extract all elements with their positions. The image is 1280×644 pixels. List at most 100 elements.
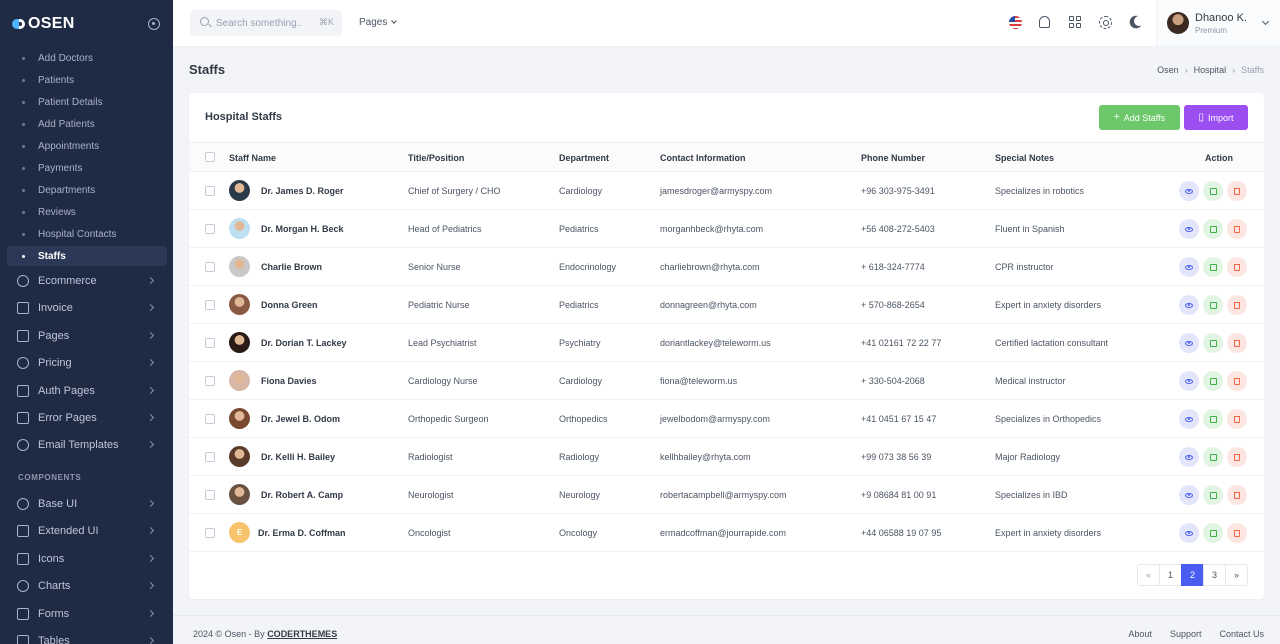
search-box[interactable]: ⌘K <box>190 10 342 36</box>
edit-button[interactable] <box>1203 447 1223 467</box>
search-input[interactable] <box>216 15 314 31</box>
row-checkbox[interactable] <box>205 186 215 196</box>
delete-button[interactable] <box>1227 447 1247 467</box>
edit-button[interactable] <box>1203 371 1223 391</box>
sidebar-item-pricing[interactable]: Pricing <box>7 352 167 374</box>
edit-button[interactable] <box>1203 295 1223 315</box>
view-button[interactable] <box>1179 523 1199 543</box>
delete-button[interactable] <box>1227 257 1247 277</box>
row-checkbox[interactable] <box>205 490 215 500</box>
view-button[interactable] <box>1179 257 1199 277</box>
edit-button[interactable] <box>1203 257 1223 277</box>
sidebar-item-ecommerce[interactable]: Ecommerce <box>7 270 167 292</box>
bullet-icon <box>22 101 25 104</box>
sidebar-item-patients[interactable]: Patients <box>7 70 167 90</box>
row-checkbox[interactable] <box>205 414 215 424</box>
edit-button[interactable] <box>1203 409 1223 429</box>
view-button[interactable] <box>1179 219 1199 239</box>
column-header[interactable]: Staff Name <box>229 153 276 163</box>
breadcrumb-item[interactable]: Hospital <box>1194 65 1227 75</box>
pages-dropdown[interactable]: Pages <box>359 17 398 28</box>
sidebar-item-payments[interactable]: Payments <box>7 158 167 178</box>
user-menu[interactable]: Dhanoo K. Premium <box>1156 0 1280 46</box>
column-header[interactable]: Title/Position <box>408 153 464 163</box>
view-button[interactable] <box>1179 485 1199 505</box>
sidebar-item-auth-pages[interactable]: Auth Pages <box>7 380 167 402</box>
staff-notes: Expert in anxiety disorders <box>995 528 1102 538</box>
sidebar-item-extended-ui[interactable]: Extended UI <box>7 520 167 542</box>
sidebar-item-reviews[interactable]: Reviews <box>7 202 167 222</box>
sidebar-item-staffs[interactable]: Staffs <box>7 246 167 266</box>
row-checkbox[interactable] <box>205 452 215 462</box>
pagination-next[interactable]: » <box>1225 564 1248 586</box>
edit-button[interactable] <box>1203 333 1223 353</box>
row-checkbox[interactable] <box>205 338 215 348</box>
sidebar-item-forms[interactable]: Forms <box>7 603 167 625</box>
view-button[interactable] <box>1179 409 1199 429</box>
delete-button[interactable] <box>1227 181 1247 201</box>
edit-button[interactable] <box>1203 523 1223 543</box>
delete-button[interactable] <box>1227 219 1247 239</box>
delete-button[interactable] <box>1227 295 1247 315</box>
view-button[interactable] <box>1179 333 1199 353</box>
sidebar-item-email-templates[interactable]: Email Templates <box>7 434 167 456</box>
sidebar-item-charts[interactable]: Charts <box>7 575 167 597</box>
footer-link-about[interactable]: About <box>1128 629 1152 639</box>
edit-button[interactable] <box>1203 485 1223 505</box>
sidebar-item-hospital-contacts[interactable]: Hospital Contacts <box>7 224 167 244</box>
sidebar-item-departments[interactable]: Departments <box>7 180 167 200</box>
sidebar-item-add-patients[interactable]: Add Patients <box>7 114 167 134</box>
sidebar-item-icons[interactable]: Icons <box>7 548 167 570</box>
column-header[interactable]: Special Notes <box>995 153 1054 163</box>
view-button[interactable] <box>1179 181 1199 201</box>
delete-button[interactable] <box>1227 371 1247 391</box>
sidebar-item-base-ui[interactable]: Base UI <box>7 493 167 515</box>
sidebar-item-invoice[interactable]: Invoice <box>7 297 167 319</box>
sidebar-item-pages[interactable]: Pages <box>7 325 167 347</box>
delete-button[interactable] <box>1227 485 1247 505</box>
sidebar-item-appointments[interactable]: Appointments <box>7 136 167 156</box>
copyright-link[interactable]: CODERTHEMES <box>267 629 337 639</box>
sidebar-item-tables[interactable]: Tables <box>7 630 167 644</box>
pagination-prev[interactable]: « <box>1137 564 1160 586</box>
delete-button[interactable] <box>1227 409 1247 429</box>
sidebar-item-patient-details[interactable]: Patient Details <box>7 92 167 112</box>
delete-button[interactable] <box>1227 523 1247 543</box>
row-checkbox[interactable] <box>205 300 215 310</box>
column-header[interactable]: Department <box>559 153 609 163</box>
delete-button[interactable] <box>1227 333 1247 353</box>
column-header[interactable]: Phone Number <box>861 153 925 163</box>
row-checkbox[interactable] <box>205 528 215 538</box>
edit-button[interactable] <box>1203 181 1223 201</box>
staff-email: fiona@teleworm.us <box>660 376 738 386</box>
sidebar-item-label: Payments <box>38 162 83 174</box>
pagination-page-current[interactable]: 2 <box>1181 564 1204 586</box>
view-button[interactable] <box>1179 371 1199 391</box>
pagination-page[interactable]: 1 <box>1159 564 1182 586</box>
footer-link-support[interactable]: Support <box>1170 629 1202 639</box>
edit-button[interactable] <box>1203 219 1223 239</box>
pagination-page[interactable]: 3 <box>1203 564 1226 586</box>
us-flag-icon[interactable] <box>1009 16 1022 29</box>
apps-grid-icon[interactable] <box>1069 16 1082 29</box>
sidebar-item-error-pages[interactable]: Error Pages <box>7 407 167 429</box>
sidebar-item-add-doctors[interactable]: Add Doctors <box>7 48 167 68</box>
import-button[interactable]: ▯ Import <box>1184 105 1248 130</box>
view-button[interactable] <box>1179 295 1199 315</box>
sidebar-toggle-icon[interactable] <box>148 18 160 30</box>
staff-department: Pediatrics <box>559 224 599 234</box>
footer-link-contact[interactable]: Contact Us <box>1219 629 1264 639</box>
breadcrumb-item[interactable]: Osen <box>1157 65 1179 75</box>
row-checkbox[interactable] <box>205 262 215 272</box>
gear-icon[interactable] <box>1099 16 1112 29</box>
add-staffs-button[interactable]: + Add Staffs <box>1099 105 1180 130</box>
moon-icon[interactable] <box>1134 16 1144 26</box>
row-checkbox[interactable] <box>205 376 215 386</box>
column-header[interactable]: Contact Information <box>660 153 746 163</box>
sidebar-item-label: Add Doctors <box>38 52 94 64</box>
staff-email: jamesdroger@armyspy.com <box>660 186 772 196</box>
select-all-checkbox[interactable] <box>205 152 215 162</box>
view-button[interactable] <box>1179 447 1199 467</box>
bell-icon[interactable] <box>1039 16 1050 28</box>
row-checkbox[interactable] <box>205 224 215 234</box>
